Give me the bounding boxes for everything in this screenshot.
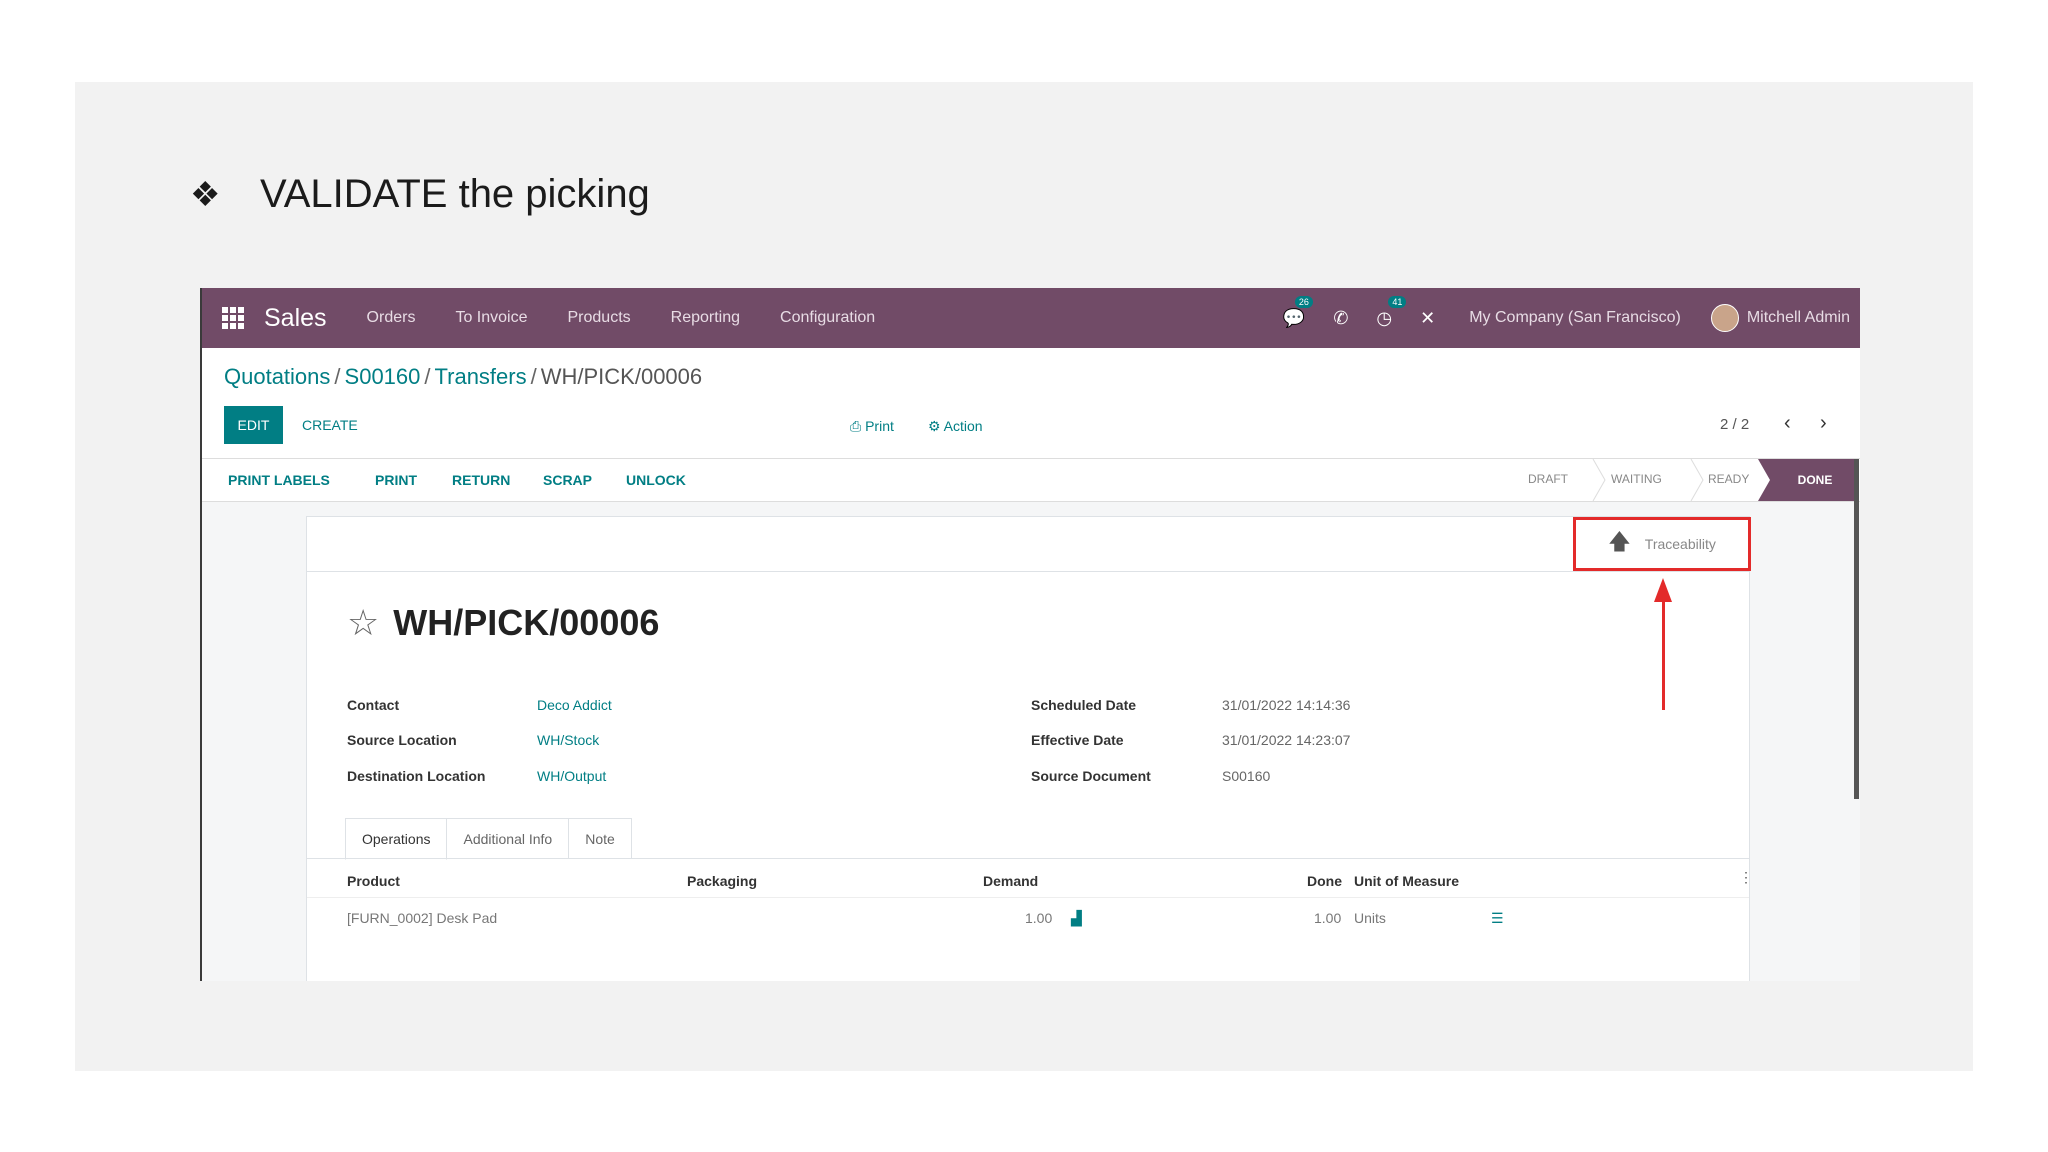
chevron-left-icon[interactable]: ‹ — [1784, 412, 1791, 435]
destination-location-label: Destination Location — [347, 768, 486, 784]
stage-separator-icon — [1690, 459, 1704, 501]
contact-label: Contact — [347, 697, 400, 713]
header-divider — [307, 897, 1749, 898]
menu-reporting[interactable]: Reporting — [671, 309, 740, 327]
column-unit-of-measure[interactable]: Unit of Measure — [1354, 873, 1459, 889]
source-document-label: Source Document — [1031, 768, 1151, 784]
form-sheet: 🡅 Traceability ☆ WH/PICK/00006 Contact D… — [306, 516, 1753, 981]
annotation-arrow-line — [1662, 600, 1665, 710]
stage-arrow-icon — [1758, 459, 1772, 501]
source-document-value: S00160 — [1222, 768, 1271, 784]
print-labels-button[interactable]: PRINT LABELS — [228, 472, 330, 488]
scrap-button[interactable]: SCRAP — [543, 472, 592, 488]
tabs-divider — [307, 858, 1749, 859]
source-location-label: Source Location — [347, 732, 457, 748]
activity-badge: 41 — [1388, 295, 1407, 308]
breadcrumb-current: WH/PICK/00006 — [540, 364, 703, 389]
odoo-app-window: Sales Orders To Invoice Products Reporti… — [200, 288, 1860, 981]
app-menu-grid-icon[interactable] — [222, 307, 244, 329]
phone-icon[interactable]: ✆ — [1333, 308, 1348, 329]
row-product[interactable]: [FURN_0002] Desk Pad — [347, 910, 497, 926]
stage-ready[interactable]: READY — [1708, 472, 1749, 486]
tab-operations[interactable]: Operations — [345, 818, 448, 860]
source-location-value[interactable]: WH/Stock — [537, 732, 599, 748]
pager-value[interactable]: 2 / 2 — [1720, 416, 1749, 433]
action-label: Action — [943, 418, 983, 434]
print-button[interactable]: PRINT — [375, 472, 417, 488]
breadcrumb: Quotations / S00160/Transfers / WH/PICK/0000… — [224, 364, 703, 389]
breadcrumb-order[interactable]: S00160 — [345, 364, 421, 389]
column-done[interactable]: Done — [1307, 873, 1342, 889]
navbar-systray: 💬 26 ✆ ◷ 41 ✕ My Company (San Francisco) M… — [1269, 288, 1850, 348]
scrollbar[interactable] — [1854, 459, 1859, 799]
top-navbar: Sales Orders To Invoice Products Reporti… — [202, 288, 1860, 348]
action-dropdown[interactable]: ⚙ Action — [928, 418, 983, 435]
menu-to-invoice[interactable]: To Invoice — [455, 309, 527, 327]
print-label: Print — [865, 418, 894, 434]
printer-icon: ⎙ — [850, 418, 866, 434]
tab-additional-info[interactable]: Additional Info — [446, 818, 570, 859]
stage-done[interactable]: DONE — [1772, 459, 1858, 501]
effective-date-value: 31/01/2022 14:23:07 — [1222, 732, 1351, 748]
destination-location-value[interactable]: WH/Output — [537, 768, 606, 784]
tab-note[interactable]: Note — [568, 818, 632, 859]
contact-value[interactable]: Deco Addict — [537, 697, 612, 713]
notebook-tabs: Operations Additional Info Note — [345, 818, 632, 860]
row-uom: Units — [1354, 910, 1386, 926]
slide-title-text: VALIDATE the picking — [260, 172, 650, 216]
control-panel: Quotations / S00160/Transfers / WH/PICK/0000… — [202, 348, 1860, 459]
scheduled-date-label: Scheduled Date — [1031, 697, 1137, 713]
company-switcher[interactable]: My Company (San Francisco) — [1469, 309, 1681, 327]
column-packaging[interactable]: Packaging — [687, 873, 757, 889]
record-name: WH/PICK/00006 — [393, 602, 660, 643]
stage-waiting[interactable]: WAITING — [1611, 472, 1662, 486]
traceability-button[interactable]: 🡅 Traceability — [1573, 517, 1751, 571]
stage-draft[interactable]: DRAFT — [1528, 472, 1568, 486]
menu-products[interactable]: Products — [568, 309, 631, 327]
gear-icon: ⚙ — [928, 418, 944, 434]
annotation-arrow-head-icon — [1654, 578, 1672, 602]
detailed-operations-icon[interactable]: ☰ — [1491, 910, 1504, 927]
menu-configuration[interactable]: Configuration — [780, 309, 875, 327]
chat-icon[interactable]: 💬 26 — [1283, 295, 1313, 329]
row-done[interactable]: 1.00 — [1314, 910, 1341, 926]
column-product[interactable]: Product — [347, 873, 400, 889]
user-avatar[interactable] — [1710, 304, 1739, 332]
chevron-right-icon[interactable]: › — [1820, 412, 1827, 435]
activity-clock-icon[interactable]: ◷ 41 — [1376, 295, 1407, 329]
print-dropdown[interactable]: ⎙ Print — [850, 418, 894, 435]
chat-badge: 26 — [1294, 295, 1313, 308]
stage-separator-icon — [1592, 459, 1606, 501]
optional-columns-icon[interactable]: ⋮ — [1739, 869, 1753, 886]
diamond-bullet-icon: ❖ — [190, 175, 221, 214]
traceability-label: Traceability — [1644, 536, 1716, 552]
return-button[interactable]: RETURN — [452, 472, 510, 488]
user-menu[interactable]: Mitchell Admin — [1747, 309, 1850, 327]
slide-title: ❖ VALIDATE the picking — [190, 172, 650, 217]
forecast-chart-icon[interactable]: ▟ — [1071, 910, 1082, 927]
smart-button-box: 🡅 Traceability — [307, 517, 1751, 572]
edit-button[interactable]: EDIT — [224, 406, 283, 444]
create-button[interactable]: CREATE — [302, 406, 358, 444]
breadcrumb-quotations[interactable]: Quotations — [224, 364, 330, 389]
arrow-up-icon: 🡅 — [1608, 529, 1631, 554]
star-icon[interactable]: ☆ — [347, 602, 379, 644]
record-title: ☆ WH/PICK/00006 — [347, 602, 659, 644]
close-tools-icon[interactable]: ✕ — [1420, 308, 1435, 329]
app-name[interactable]: Sales — [264, 304, 327, 333]
scheduled-date-value: 31/01/2022 14:14:36 — [1222, 697, 1351, 713]
effective-date-label: Effective Date — [1031, 732, 1124, 748]
menu-orders[interactable]: Orders — [367, 309, 416, 327]
status-bar: PRINT LABELS PRINT RETURN SCRAP UNLOCK D… — [202, 459, 1860, 502]
row-demand: 1.00 — [1025, 910, 1053, 926]
column-demand[interactable]: Demand — [983, 873, 1038, 889]
breadcrumb-transfers[interactable]: Transfers — [435, 364, 527, 389]
unlock-button[interactable]: UNLOCK — [626, 472, 686, 488]
